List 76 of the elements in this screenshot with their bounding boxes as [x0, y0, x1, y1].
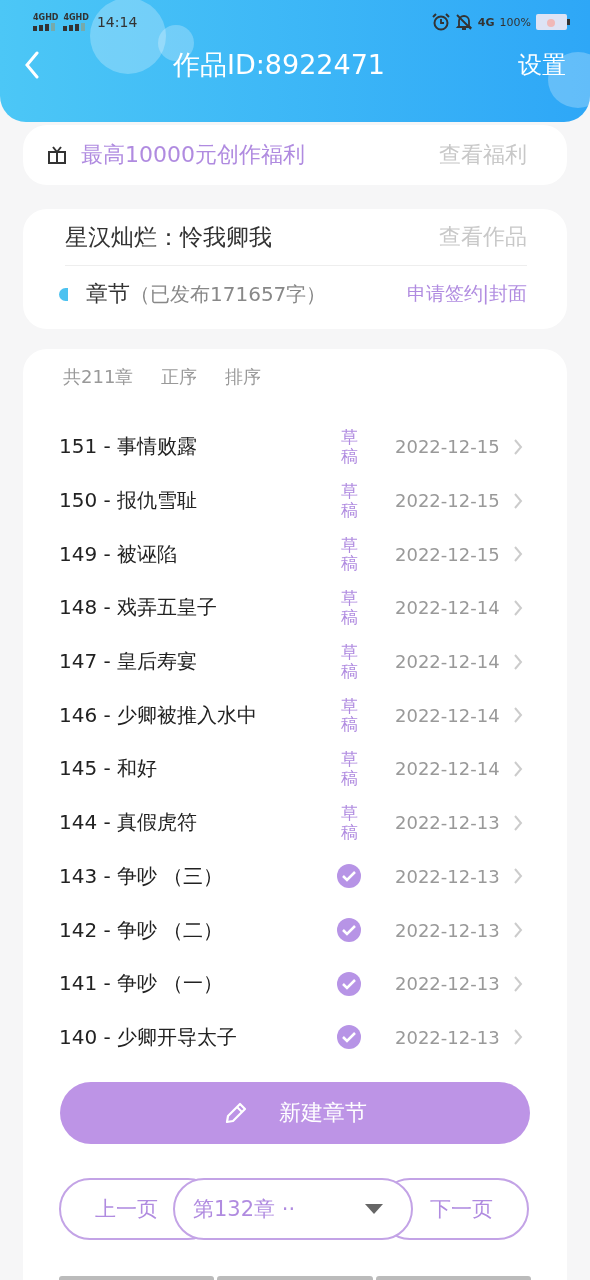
- chapter-title: 149 - 被诬陷: [59, 540, 179, 568]
- chapter-date: 2022-12-13: [395, 919, 501, 941]
- chevron-right-icon: [513, 437, 523, 456]
- welfare-text: 最高10000元创作福利: [81, 141, 306, 169]
- signal-icon: [33, 23, 55, 31]
- chapter-date: 2022-12-14: [395, 651, 501, 673]
- chapter-title: 142 - 争吵 （二）: [59, 916, 225, 944]
- chapter-title: 144 - 真假虎符: [59, 809, 199, 837]
- chapter-row[interactable]: 146 - 少卿被推入水中 草稿 2022-12-14: [59, 688, 531, 743]
- chapter-row[interactable]: 148 - 戏弄五皇子 草稿 2022-12-14: [59, 581, 531, 635]
- chapter-title: 145 - 和好: [59, 755, 159, 783]
- battery-percent: 100%: [499, 15, 531, 29]
- chapter-title: 141 - 争吵 （一）: [59, 970, 225, 998]
- chevron-right-icon: [513, 652, 523, 671]
- network-type: 4GHD: [33, 13, 59, 22]
- signal-icon: [63, 23, 86, 31]
- draft-label: 草稿: [340, 428, 358, 466]
- chapter-row[interactable]: 142 - 争吵 （二） 2022-12-13: [59, 903, 531, 957]
- chapter-date: 2022-12-15: [395, 490, 501, 512]
- section-marker-icon: [59, 287, 68, 301]
- page-title: 作品ID:8922471: [171, 48, 387, 82]
- back-icon[interactable]: [24, 51, 40, 79]
- chapter-title: 143 - 争吵 （三）: [59, 862, 225, 890]
- battery-icon: [536, 14, 570, 30]
- chevron-right-icon: [513, 974, 523, 993]
- chapter-row[interactable]: 147 - 皇后寿宴 草稿 2022-12-14: [59, 634, 531, 689]
- chapter-count: 共211章: [63, 365, 134, 389]
- bell-off-icon: [454, 13, 473, 31]
- chevron-right-icon: [513, 491, 523, 510]
- chapter-title: 147 - 皇后寿宴: [59, 648, 199, 676]
- clock-time: 14:14: [96, 14, 138, 30]
- chapter-date: 2022-12-14: [395, 597, 501, 619]
- chapter-date: 2022-12-13: [395, 1026, 501, 1048]
- chevron-right-icon: [513, 759, 523, 778]
- chevron-right-icon: [513, 706, 523, 725]
- chapter-title: 140 - 少卿开导太子: [59, 1023, 239, 1051]
- chapter-date: 2022-12-14: [395, 704, 501, 726]
- chapter-date: 2022-12-15: [395, 543, 501, 565]
- chapter-date: 2022-12-13: [395, 973, 501, 995]
- chevron-right-icon: [513, 921, 523, 940]
- chapter-title: 146 - 少卿被推入水中: [59, 701, 259, 729]
- chevron-right-icon: [513, 598, 523, 617]
- chevron-right-icon: [513, 813, 523, 832]
- chapter-row[interactable]: 149 - 被诬陷 草稿 2022-12-15: [59, 527, 531, 582]
- chevron-right-icon: [513, 867, 523, 886]
- chapter-date: 2022-12-13: [395, 812, 501, 834]
- draft-label: 草稿: [340, 535, 358, 573]
- draft-label: 草稿: [340, 642, 358, 681]
- alarm-icon: [431, 13, 450, 31]
- work-title: 星汉灿烂：怜我卿我: [65, 222, 272, 252]
- draft-label: 草稿: [340, 803, 358, 842]
- chapter-row[interactable]: 140 - 少卿开导太子 2022-12-13: [59, 1010, 531, 1065]
- published-count: （已发布171657字）: [130, 280, 327, 308]
- chapter-row[interactable]: 144 - 真假虎符 草稿 2022-12-13: [59, 795, 531, 850]
- chevron-right-icon: [513, 545, 523, 564]
- chapter-row[interactable]: 141 - 争吵 （一） 2022-12-13: [59, 956, 531, 1011]
- chevron-right-icon: [513, 1028, 523, 1047]
- network-type: 4GHD: [63, 13, 89, 22]
- draft-label: 草稿: [340, 696, 358, 734]
- chapter-date: 2022-12-13: [395, 865, 501, 887]
- dropdown-caret-icon: [365, 1204, 383, 1215]
- draft-label: 草稿: [340, 481, 358, 520]
- draft-label: 草稿: [340, 750, 358, 788]
- gift-icon: [47, 145, 67, 165]
- chapter-row[interactable]: 143 - 争吵 （三） 2022-12-13: [59, 849, 531, 904]
- chapter-date: 2022-12-14: [395, 758, 501, 780]
- chapter-date: 2022-12-15: [395, 436, 501, 458]
- mobile-data: 4G: [477, 15, 495, 29]
- chapter-row[interactable]: 150 - 报仇雪耻 草稿 2022-12-15: [59, 473, 531, 528]
- chapter-title: 150 - 报仇雪耻: [59, 487, 199, 515]
- chapter-row[interactable]: 145 - 和好 草稿 2022-12-14: [59, 742, 531, 796]
- draft-label: 草稿: [340, 589, 358, 627]
- chapter-title: 151 - 事情败露: [59, 433, 199, 461]
- chapter-row[interactable]: 151 - 事情败露 草稿 2022-12-15: [59, 420, 531, 474]
- section-label: 章节: [86, 280, 130, 308]
- chapter-title: 148 - 戏弄五皇子: [59, 594, 219, 622]
